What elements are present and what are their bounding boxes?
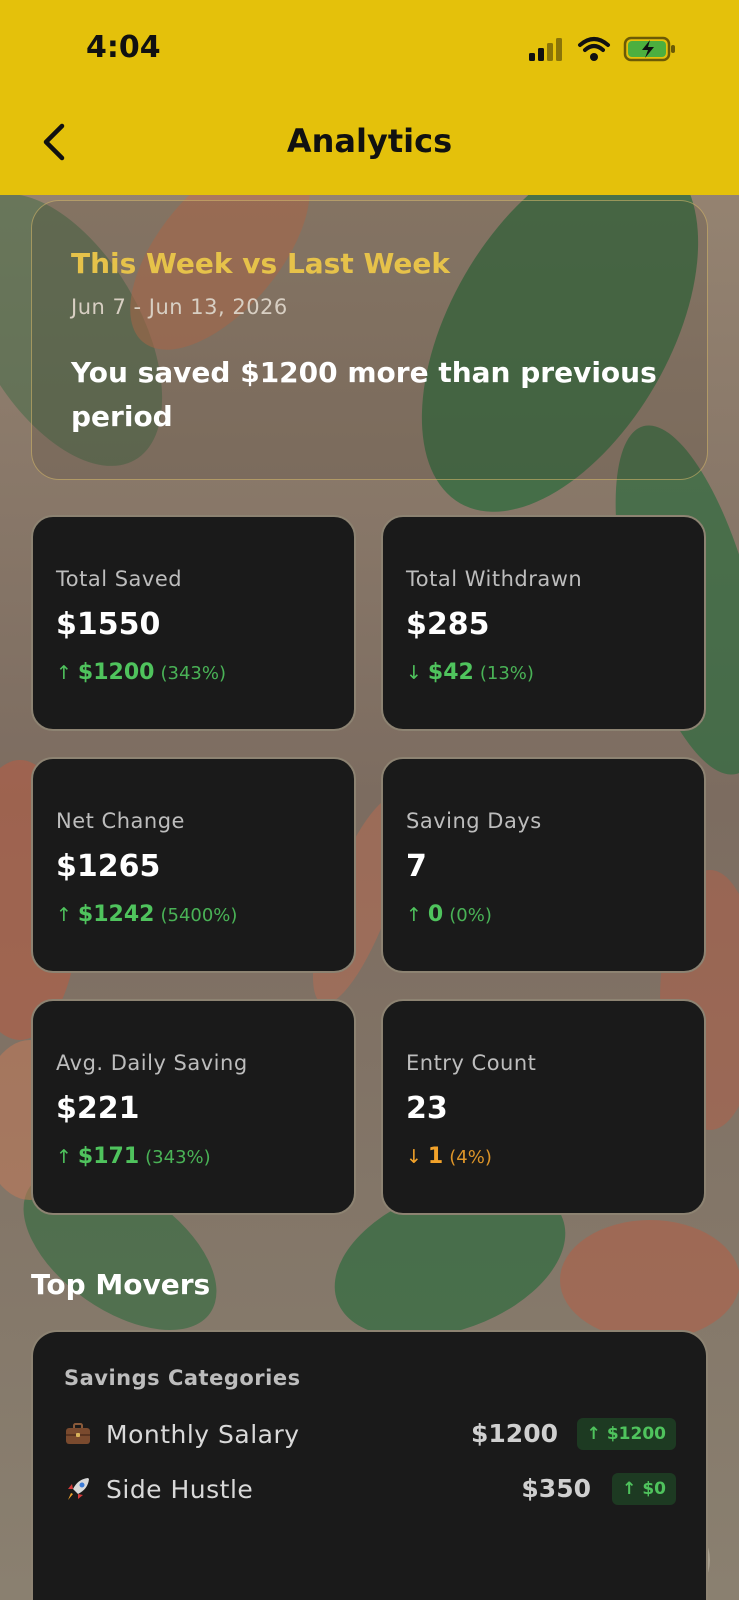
mover-amount: $1200 bbox=[471, 1419, 558, 1448]
stat-change: ↑ $171 (343%) bbox=[56, 1144, 211, 1169]
mover-name: Side Hustle bbox=[106, 1475, 254, 1504]
battery-charging-icon bbox=[623, 36, 675, 62]
stat-card-entry-count: Entry Count 23 ↓ 1 (4%) bbox=[381, 999, 706, 1215]
stat-change-amount: $1200 bbox=[77, 660, 155, 685]
top-movers-card: Savings Categories Monthly Salary $1200 … bbox=[31, 1330, 708, 1600]
stat-value: $1550 bbox=[56, 607, 161, 642]
stat-card-net-change: Net Change $1265 ↑ $1242 (5400%) bbox=[31, 757, 356, 973]
stat-change: ↑ $1242 (5400%) bbox=[56, 902, 237, 927]
status-icons bbox=[527, 36, 677, 62]
briefcase-icon bbox=[66, 1423, 90, 1444]
stat-change-percent: (4%) bbox=[449, 1147, 492, 1168]
comparison-heading: This Week vs Last Week bbox=[71, 247, 450, 280]
stat-change-amount: 1 bbox=[427, 1144, 444, 1169]
mover-row-monthly-salary[interactable]: Monthly Salary $1200 ↑ $1200 bbox=[64, 1416, 676, 1456]
trend-arrow-icon: ↑ bbox=[56, 904, 72, 926]
stat-label: Total Saved bbox=[56, 567, 183, 591]
stat-label: Entry Count bbox=[406, 1051, 537, 1075]
app-header: 4:04 Analytics bbox=[0, 0, 739, 195]
stat-value: $1265 bbox=[56, 849, 161, 884]
stat-value: 23 bbox=[406, 1091, 448, 1126]
up-arrow-icon: ↑ bbox=[622, 1479, 637, 1499]
stat-value: $285 bbox=[406, 607, 490, 642]
stat-label: Saving Days bbox=[406, 809, 542, 833]
stat-change-percent: (13%) bbox=[479, 663, 534, 684]
summary-message: You saved $1200 more than previous perio… bbox=[71, 356, 657, 433]
movers-category-label: Savings Categories bbox=[64, 1366, 301, 1390]
stat-change: ↑ $1200 (343%) bbox=[56, 660, 226, 685]
trend-arrow-icon: ↓ bbox=[406, 662, 422, 684]
comparison-summary-card: This Week vs Last Week Jun 7 - Jun 13, 2… bbox=[31, 200, 708, 480]
mover-change-badge: ↑ $1200 bbox=[576, 1418, 676, 1450]
trend-arrow-icon: ↑ bbox=[56, 1146, 72, 1168]
trend-arrow-icon: ↑ bbox=[406, 904, 422, 926]
stat-change-percent: (343%) bbox=[160, 663, 226, 684]
top-movers-title: Top Movers bbox=[31, 1268, 211, 1301]
stat-change-amount: 0 bbox=[427, 902, 444, 927]
stat-card-total-withdrawn: Total Withdrawn $285 ↓ $42 (13%) bbox=[381, 515, 706, 731]
mover-amount: $350 bbox=[521, 1474, 591, 1503]
analytics-content: This Week vs Last Week Jun 7 - Jun 13, 2… bbox=[0, 0, 739, 1600]
trend-arrow-icon: ↑ bbox=[56, 662, 72, 684]
stat-change: ↓ $42 (13%) bbox=[406, 660, 534, 685]
stat-value: 7 bbox=[406, 849, 427, 884]
signal-icon bbox=[529, 38, 562, 61]
trend-arrow-icon: ↓ bbox=[406, 1146, 422, 1168]
date-range: Jun 7 - Jun 13, 2026 bbox=[71, 295, 288, 319]
stat-card-total-saved: Total Saved $1550 ↑ $1200 (343%) bbox=[31, 515, 356, 731]
stat-change-percent: (0%) bbox=[449, 905, 492, 926]
stat-change: ↓ 1 (4%) bbox=[406, 1144, 492, 1169]
up-arrow-icon: ↑ bbox=[586, 1424, 601, 1444]
wifi-icon bbox=[578, 37, 610, 61]
stat-value: $221 bbox=[56, 1091, 140, 1126]
stat-label: Avg. Daily Saving bbox=[56, 1051, 248, 1075]
rocket-icon bbox=[68, 1478, 89, 1500]
mover-change-badge: ↑ $0 bbox=[612, 1473, 676, 1505]
stat-change-amount: $1242 bbox=[77, 902, 155, 927]
stat-label: Net Change bbox=[56, 809, 185, 833]
stat-card-saving-days: Saving Days 7 ↑ 0 (0%) bbox=[381, 757, 706, 973]
stat-label: Total Withdrawn bbox=[406, 567, 583, 591]
mover-name: Monthly Salary bbox=[106, 1420, 300, 1449]
stat-change: ↑ 0 (0%) bbox=[406, 902, 492, 927]
stat-change-amount: $171 bbox=[77, 1144, 140, 1169]
page-title: Analytics bbox=[286, 122, 453, 160]
stat-change-percent: (343%) bbox=[145, 1147, 211, 1168]
stat-change-percent: (5400%) bbox=[160, 905, 238, 926]
stat-card-avg-daily-saving: Avg. Daily Saving $221 ↑ $171 (343%) bbox=[31, 999, 356, 1215]
stat-change-amount: $42 bbox=[427, 660, 474, 685]
status-time: 4:04 bbox=[86, 30, 161, 65]
mover-row-side-hustle[interactable]: Side Hustle $350 ↑ $0 bbox=[64, 1471, 676, 1511]
